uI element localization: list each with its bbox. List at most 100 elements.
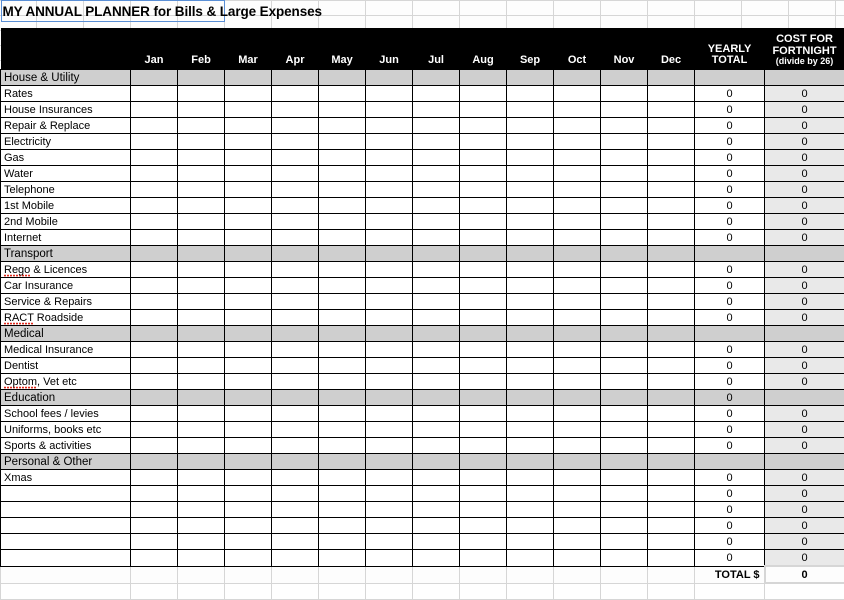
month-amount-cell[interactable] (554, 166, 601, 182)
month-amount-cell[interactable] (460, 470, 507, 486)
expense-label[interactable]: Xmas (1, 470, 131, 486)
month-amount-cell[interactable] (413, 470, 460, 486)
fortnight-cost-cell[interactable]: 0 (765, 102, 844, 118)
month-amount-cell[interactable] (319, 502, 366, 518)
month-amount-cell[interactable] (319, 390, 366, 406)
month-amount-cell[interactable] (319, 134, 366, 150)
fortnight-cost-cell[interactable]: 0 (765, 470, 844, 486)
month-amount-cell[interactable] (225, 150, 272, 166)
month-amount-cell[interactable] (507, 502, 554, 518)
month-amount-cell[interactable] (554, 182, 601, 198)
month-amount-cell[interactable] (366, 342, 413, 358)
month-amount-cell[interactable] (648, 310, 695, 326)
total-row-month-cell[interactable] (131, 566, 178, 583)
month-amount-cell[interactable] (178, 294, 225, 310)
month-amount-cell[interactable] (366, 470, 413, 486)
fortnight-cost-cell[interactable] (765, 246, 844, 262)
month-amount-cell[interactable] (460, 438, 507, 454)
month-amount-cell[interactable] (225, 438, 272, 454)
fortnight-cost-cell[interactable]: 0 (765, 150, 844, 166)
fortnight-cost-cell[interactable]: 0 (765, 230, 844, 246)
month-amount-cell[interactable] (366, 150, 413, 166)
month-amount-cell[interactable] (601, 486, 648, 502)
month-amount-cell[interactable] (225, 310, 272, 326)
month-amount-cell[interactable] (648, 214, 695, 230)
month-amount-cell[interactable] (507, 70, 554, 86)
fortnight-cost-cell[interactable] (765, 454, 844, 470)
month-amount-cell[interactable] (319, 86, 366, 102)
month-amount-cell[interactable] (178, 214, 225, 230)
month-amount-cell[interactable] (131, 486, 178, 502)
month-amount-cell[interactable] (178, 374, 225, 390)
month-amount-cell[interactable] (366, 262, 413, 278)
month-amount-cell[interactable] (601, 374, 648, 390)
month-amount-cell[interactable] (225, 422, 272, 438)
month-amount-cell[interactable] (507, 374, 554, 390)
month-amount-cell[interactable] (648, 438, 695, 454)
month-amount-cell[interactable] (413, 486, 460, 502)
month-amount-cell[interactable] (178, 182, 225, 198)
month-amount-cell[interactable] (507, 470, 554, 486)
yearly-total-cell[interactable]: 0 (695, 358, 765, 374)
month-amount-cell[interactable] (178, 326, 225, 342)
month-amount-cell[interactable] (178, 422, 225, 438)
fortnight-cost-cell[interactable]: 0 (765, 198, 844, 214)
month-amount-cell[interactable] (507, 438, 554, 454)
month-amount-cell[interactable] (507, 198, 554, 214)
month-amount-cell[interactable] (225, 406, 272, 422)
month-amount-cell[interactable] (601, 102, 648, 118)
month-amount-cell[interactable] (366, 134, 413, 150)
month-amount-cell[interactable] (272, 310, 319, 326)
month-amount-cell[interactable] (178, 230, 225, 246)
month-amount-cell[interactable] (554, 358, 601, 374)
month-amount-cell[interactable] (319, 294, 366, 310)
month-amount-cell[interactable] (601, 230, 648, 246)
month-amount-cell[interactable] (319, 262, 366, 278)
fortnight-cost-cell[interactable]: 0 (765, 278, 844, 294)
month-amount-cell[interactable] (319, 406, 366, 422)
fortnight-cost-cell[interactable]: 0 (765, 438, 844, 454)
month-amount-cell[interactable] (601, 454, 648, 470)
expense-label[interactable]: Sports & activities (1, 438, 131, 454)
month-amount-cell[interactable] (460, 374, 507, 390)
month-amount-cell[interactable] (366, 182, 413, 198)
month-amount-cell[interactable] (413, 310, 460, 326)
month-amount-cell[interactable] (131, 310, 178, 326)
title-row-empty-cell[interactable] (554, 0, 601, 22)
month-amount-cell[interactable] (413, 70, 460, 86)
expense-label[interactable]: Rates (1, 86, 131, 102)
month-amount-cell[interactable] (413, 502, 460, 518)
month-amount-cell[interactable] (225, 454, 272, 470)
month-amount-cell[interactable] (648, 534, 695, 550)
month-amount-cell[interactable] (648, 118, 695, 134)
month-amount-cell[interactable] (272, 182, 319, 198)
month-amount-cell[interactable] (272, 502, 319, 518)
month-amount-cell[interactable] (460, 326, 507, 342)
month-amount-cell[interactable] (178, 278, 225, 294)
total-value[interactable]: 0 (765, 566, 844, 583)
month-amount-cell[interactable] (272, 390, 319, 406)
month-amount-cell[interactable] (601, 438, 648, 454)
total-row-month-cell[interactable] (554, 566, 601, 583)
month-amount-cell[interactable] (319, 518, 366, 534)
month-amount-cell[interactable] (648, 502, 695, 518)
month-amount-cell[interactable] (460, 182, 507, 198)
month-amount-cell[interactable] (648, 294, 695, 310)
empty-sheet-cell[interactable] (1, 583, 131, 600)
month-amount-cell[interactable] (648, 454, 695, 470)
month-amount-cell[interactable] (366, 102, 413, 118)
month-amount-cell[interactable] (413, 342, 460, 358)
month-amount-cell[interactable] (225, 470, 272, 486)
month-amount-cell[interactable] (648, 150, 695, 166)
month-amount-cell[interactable] (648, 166, 695, 182)
month-amount-cell[interactable] (319, 326, 366, 342)
yearly-total-cell[interactable]: 0 (695, 150, 765, 166)
month-amount-cell[interactable] (319, 118, 366, 134)
empty-sheet-cell[interactable] (507, 583, 554, 600)
month-amount-cell[interactable] (131, 390, 178, 406)
month-amount-cell[interactable] (178, 246, 225, 262)
month-amount-cell[interactable] (554, 502, 601, 518)
month-amount-cell[interactable] (648, 518, 695, 534)
month-amount-cell[interactable] (413, 534, 460, 550)
month-amount-cell[interactable] (178, 518, 225, 534)
